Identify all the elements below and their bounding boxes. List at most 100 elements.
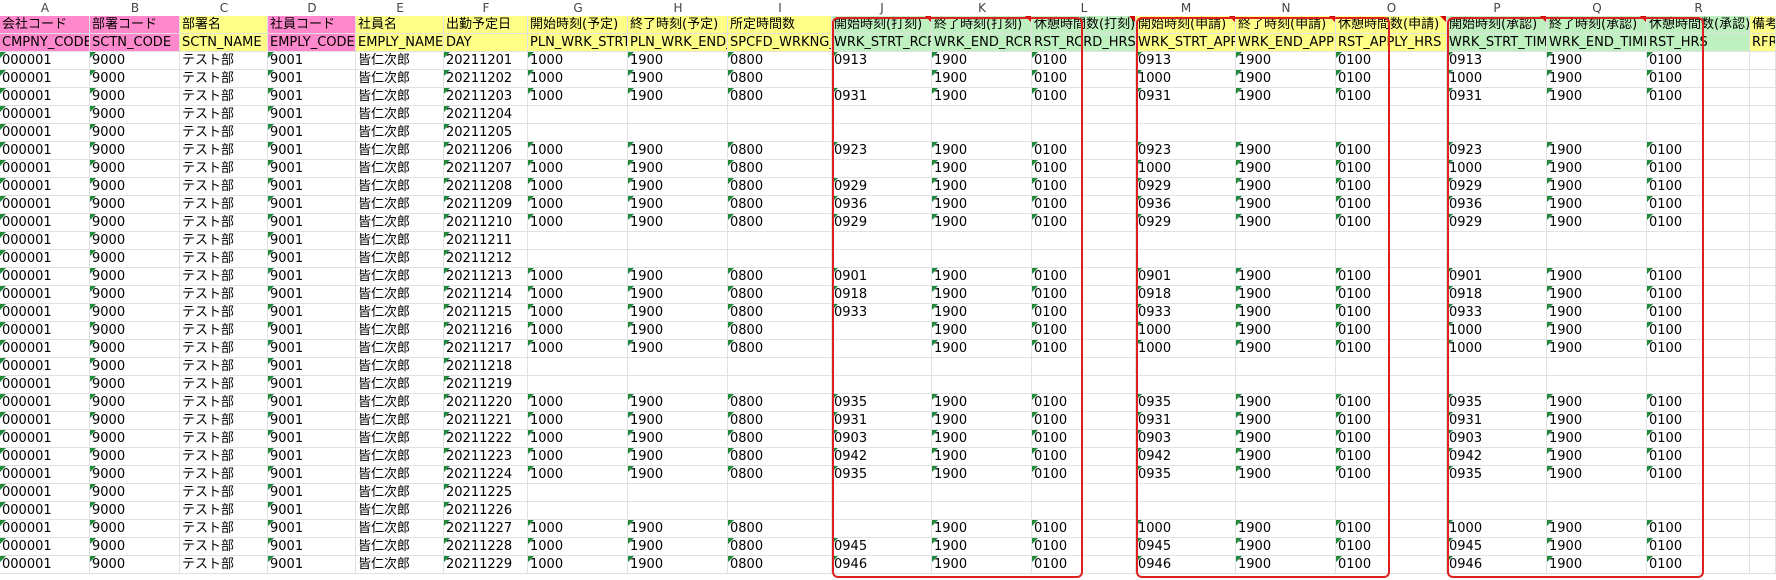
table-cell[interactable]: 皆仁次郎 xyxy=(356,88,444,106)
column-letter-h[interactable]: H xyxy=(628,0,728,16)
table-cell[interactable]: 9000 xyxy=(90,250,180,268)
table-cell[interactable] xyxy=(1750,412,1776,430)
table-cell[interactable]: 9000 xyxy=(90,412,180,430)
table-cell[interactable] xyxy=(1750,196,1776,214)
table-cell[interactable] xyxy=(1750,160,1776,178)
table-cell[interactable]: 1000 xyxy=(528,286,628,304)
table-cell[interactable] xyxy=(1750,286,1776,304)
table-cell[interactable]: 皆仁次郎 xyxy=(356,412,444,430)
header-cell-en[interactable]: DAY xyxy=(444,34,528,52)
table-cell[interactable]: 0800 xyxy=(728,214,832,232)
table-cell[interactable]: 皆仁次郎 xyxy=(356,286,444,304)
table-cell[interactable]: 1900 xyxy=(628,268,728,286)
table-cell[interactable]: 9000 xyxy=(90,142,180,160)
table-cell[interactable] xyxy=(728,250,832,268)
table-cell[interactable]: 000001 xyxy=(0,178,90,196)
table-cell[interactable] xyxy=(628,358,728,376)
table-cell[interactable] xyxy=(528,502,628,520)
table-cell[interactable]: 9000 xyxy=(90,322,180,340)
table-cell[interactable]: 皆仁次郎 xyxy=(356,250,444,268)
table-cell[interactable]: 1000 xyxy=(528,268,628,286)
table-cell[interactable]: 9001 xyxy=(268,556,356,574)
table-cell[interactable]: 20211216 xyxy=(444,322,528,340)
table-cell[interactable]: 9000 xyxy=(90,178,180,196)
table-cell[interactable] xyxy=(528,358,628,376)
table-cell[interactable]: 9001 xyxy=(268,502,356,520)
table-cell[interactable]: 20211222 xyxy=(444,430,528,448)
table-cell[interactable] xyxy=(1750,556,1776,574)
table-cell[interactable] xyxy=(1750,70,1776,88)
table-cell[interactable]: 9001 xyxy=(268,376,356,394)
table-cell[interactable]: 1900 xyxy=(628,448,728,466)
table-cell[interactable] xyxy=(528,250,628,268)
table-cell[interactable]: 1000 xyxy=(528,340,628,358)
table-cell[interactable]: 1900 xyxy=(628,430,728,448)
table-cell[interactable] xyxy=(528,376,628,394)
table-cell[interactable]: 20211211 xyxy=(444,232,528,250)
table-cell[interactable]: 0800 xyxy=(728,286,832,304)
column-letter-b[interactable]: B xyxy=(90,0,180,16)
header-cell-jp[interactable]: 開始時刻(予定) xyxy=(528,16,628,34)
table-cell[interactable]: 000001 xyxy=(0,448,90,466)
table-cell[interactable]: 000001 xyxy=(0,70,90,88)
table-cell[interactable]: テスト部 xyxy=(180,124,268,142)
table-cell[interactable]: 000001 xyxy=(0,466,90,484)
table-cell[interactable]: 9000 xyxy=(90,196,180,214)
table-cell[interactable]: 1000 xyxy=(528,430,628,448)
table-cell[interactable]: 1000 xyxy=(528,394,628,412)
table-cell[interactable]: 皆仁次郎 xyxy=(356,178,444,196)
column-letter-m[interactable]: M xyxy=(1136,0,1236,16)
table-cell[interactable]: 9001 xyxy=(268,232,356,250)
table-cell[interactable]: 9001 xyxy=(268,88,356,106)
column-letter-j[interactable]: J xyxy=(832,0,932,16)
table-cell[interactable]: 0800 xyxy=(728,322,832,340)
table-cell[interactable]: 1000 xyxy=(528,538,628,556)
column-letter-g[interactable]: G xyxy=(528,0,628,16)
table-cell[interactable]: 0800 xyxy=(728,70,832,88)
table-cell[interactable]: 000001 xyxy=(0,106,90,124)
table-cell[interactable]: 0800 xyxy=(728,556,832,574)
table-cell[interactable] xyxy=(1750,538,1776,556)
table-cell[interactable] xyxy=(1750,52,1776,70)
table-cell[interactable]: 000001 xyxy=(0,88,90,106)
table-cell[interactable]: 0800 xyxy=(728,142,832,160)
table-cell[interactable]: 9001 xyxy=(268,448,356,466)
header-cell-jp[interactable]: 出勤予定日 xyxy=(444,16,528,34)
table-cell[interactable]: 9001 xyxy=(268,196,356,214)
table-cell[interactable]: 1000 xyxy=(528,70,628,88)
table-cell[interactable]: 000001 xyxy=(0,142,90,160)
table-cell[interactable]: 000001 xyxy=(0,286,90,304)
table-cell[interactable]: 9001 xyxy=(268,520,356,538)
table-cell[interactable]: 000001 xyxy=(0,394,90,412)
table-cell[interactable] xyxy=(728,358,832,376)
table-cell[interactable] xyxy=(1750,394,1776,412)
table-cell[interactable]: 皆仁次郎 xyxy=(356,142,444,160)
table-cell[interactable]: 皆仁次郎 xyxy=(356,124,444,142)
table-cell[interactable]: 1000 xyxy=(528,196,628,214)
header-cell-jp[interactable]: 部署コード xyxy=(90,16,180,34)
header-cell-en[interactable]: EMPLY_CODE xyxy=(268,34,356,52)
table-cell[interactable]: 000001 xyxy=(0,412,90,430)
table-cell[interactable]: テスト部 xyxy=(180,268,268,286)
table-cell[interactable] xyxy=(628,124,728,142)
table-cell[interactable] xyxy=(628,250,728,268)
table-cell[interactable]: 9001 xyxy=(268,160,356,178)
table-cell[interactable]: テスト部 xyxy=(180,394,268,412)
header-cell-en[interactable]: RFR xyxy=(1750,34,1776,52)
table-cell[interactable]: 000001 xyxy=(0,268,90,286)
table-cell[interactable]: 9001 xyxy=(268,106,356,124)
table-cell[interactable] xyxy=(1750,322,1776,340)
table-cell[interactable]: 1000 xyxy=(528,142,628,160)
table-cell[interactable]: 0800 xyxy=(728,448,832,466)
table-cell[interactable]: 1900 xyxy=(628,466,728,484)
table-cell[interactable]: 9000 xyxy=(90,394,180,412)
table-cell[interactable]: 9001 xyxy=(268,322,356,340)
table-cell[interactable]: 0800 xyxy=(728,304,832,322)
table-cell[interactable]: 皆仁次郎 xyxy=(356,466,444,484)
header-cell-en[interactable]: PLN_WRK_END_T xyxy=(628,34,728,52)
table-cell[interactable]: テスト部 xyxy=(180,160,268,178)
table-cell[interactable]: 20211212 xyxy=(444,250,528,268)
table-cell[interactable]: 000001 xyxy=(0,124,90,142)
table-cell[interactable]: テスト部 xyxy=(180,448,268,466)
table-cell[interactable]: 1900 xyxy=(628,52,728,70)
